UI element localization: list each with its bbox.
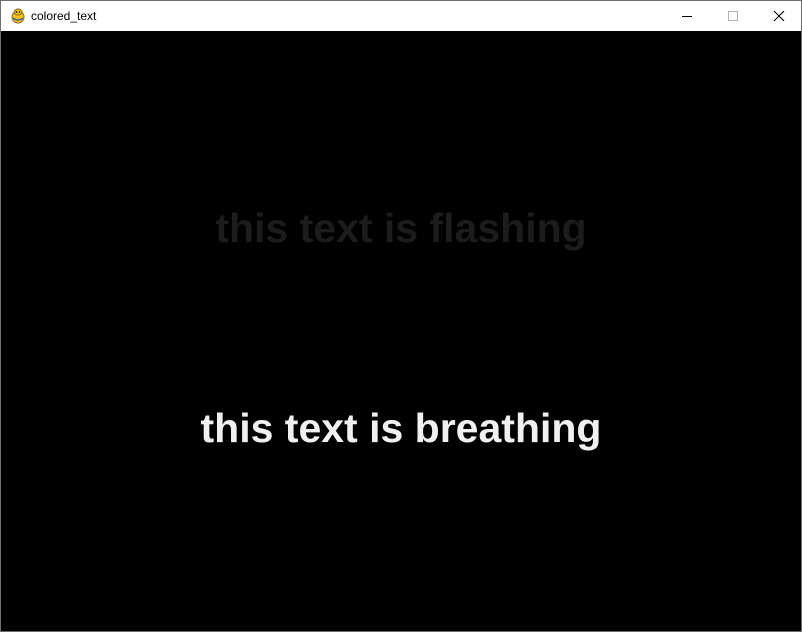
- close-icon: [773, 10, 785, 22]
- minimize-icon: [682, 16, 692, 17]
- pygame-snake-icon[interactable]: [10, 8, 26, 24]
- game-canvas[interactable]: this text is flashing this text is breat…: [1, 31, 801, 631]
- app-window: colored_text this text is flashing this …: [0, 0, 802, 632]
- maximize-button[interactable]: [710, 1, 756, 31]
- maximize-icon: [728, 11, 738, 21]
- breathing-text: this text is breathing: [200, 405, 602, 451]
- close-button[interactable]: [756, 1, 801, 31]
- flashing-text: this text is flashing: [215, 205, 587, 251]
- window-title: colored_text: [31, 9, 97, 23]
- title-bar[interactable]: colored_text: [1, 1, 801, 31]
- minimize-button[interactable]: [664, 1, 710, 31]
